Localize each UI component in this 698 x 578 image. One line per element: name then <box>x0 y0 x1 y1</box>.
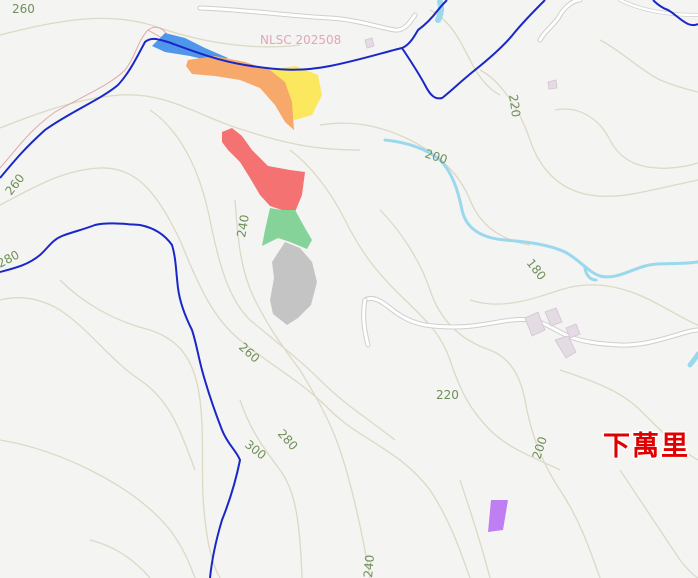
contour-label: 240 <box>361 554 377 578</box>
contour-label: 260 <box>12 2 35 16</box>
map-svg: 260 260 280 240 260 280 300 220 220 200 … <box>0 0 698 578</box>
contour-label: 220 <box>436 388 459 402</box>
building <box>547 79 558 90</box>
watermark: NLSC 202508 <box>260 33 341 47</box>
map-canvas[interactable]: 260 260 280 240 260 280 300 220 220 200 … <box>0 0 698 578</box>
map-background <box>0 0 698 578</box>
place-name-label[interactable]: 下萬里 <box>602 430 690 464</box>
building <box>364 37 375 49</box>
